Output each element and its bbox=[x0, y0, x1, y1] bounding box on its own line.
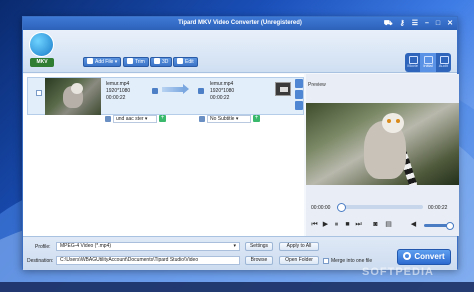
add-subtitle-button[interactable]: + bbox=[253, 115, 260, 122]
taskbar bbox=[0, 282, 474, 292]
app-window: Tipard MKV Video Converter (Unregistered… bbox=[22, 16, 459, 270]
app-logo-icon bbox=[29, 32, 54, 57]
source-resolution: 1920*1080 bbox=[106, 88, 131, 94]
subtitle-value: No Subtitle bbox=[210, 116, 235, 122]
settings-button[interactable]: Settings bbox=[245, 242, 273, 251]
source-duration: 00:00:22 bbox=[106, 95, 126, 101]
merge-label: Merge into one file bbox=[331, 258, 373, 264]
remove-button[interactable] bbox=[295, 90, 303, 99]
close-icon[interactable]: ✕ bbox=[447, 19, 453, 28]
profile-label: Profile: bbox=[35, 244, 51, 250]
logo-label: MKV bbox=[30, 58, 54, 67]
video-lemur-face bbox=[382, 113, 404, 133]
video-preview[interactable] bbox=[306, 103, 459, 185]
mode-movie[interactable]: Movie bbox=[405, 53, 420, 72]
video-thumbnail[interactable] bbox=[45, 78, 101, 115]
key-icon[interactable]: ⚷ bbox=[400, 19, 405, 28]
source-info: lemur.mp4 1920*1080 00:00:22 bbox=[106, 81, 130, 102]
profile-value: MPEG-4 Video (*.mp4) bbox=[60, 243, 112, 249]
video-lemur-eye bbox=[387, 119, 391, 123]
edit-icon bbox=[177, 58, 183, 64]
maximize-icon[interactable]: □ bbox=[436, 19, 440, 28]
preview-label: Preview bbox=[308, 82, 326, 88]
toolbar: MKV Add File ▾ Trim 3D Edit Movie Initia… bbox=[23, 30, 457, 73]
chevron-down-icon: ▾ bbox=[233, 243, 236, 249]
edit-label: Edit bbox=[185, 59, 194, 65]
move-up-button[interactable] bbox=[295, 79, 303, 88]
title-bar: Tipard MKV Video Converter (Unregistered… bbox=[23, 17, 457, 30]
file-list: lemur.mp4 1920*1080 00:00:22 lemur.mp4 1… bbox=[23, 74, 304, 236]
3d-icon bbox=[154, 58, 160, 64]
minimize-icon[interactable]: – bbox=[425, 19, 429, 28]
convert-icon bbox=[403, 252, 412, 260]
watermark: SOFTPEDIA bbox=[362, 266, 434, 278]
edit-button[interactable]: Edit bbox=[173, 57, 198, 67]
current-time: 00:00:00 bbox=[311, 205, 331, 211]
audio-icon bbox=[105, 116, 111, 122]
apply-to-all-button[interactable]: Apply to All bbox=[279, 242, 319, 251]
audio-track-select[interactable]: und aac ster ▾ bbox=[113, 115, 157, 123]
view-mode-group: Movie Initial Audit bbox=[405, 53, 451, 72]
pause-icon[interactable]: ⏸ bbox=[333, 221, 340, 228]
thumbnail-lemur-face bbox=[71, 83, 83, 94]
menu-icon[interactable]: ☰ bbox=[412, 19, 418, 28]
item-checkbox[interactable] bbox=[36, 90, 42, 96]
merge-checkbox[interactable] bbox=[323, 258, 329, 264]
open-folder-button[interactable]: Open Folder bbox=[279, 256, 319, 265]
bottom-panel: Profile: MPEG-4 Video (*.mp4) ▾ Settings … bbox=[23, 236, 457, 270]
stop-icon[interactable]: ■ bbox=[344, 221, 351, 228]
source-filename: lemur.mp4 bbox=[106, 81, 130, 87]
3d-button[interactable]: 3D bbox=[150, 57, 173, 67]
subtitle-select[interactable]: No Subtitle ▾ bbox=[207, 115, 251, 123]
trim-label: Trim bbox=[135, 59, 145, 65]
convert-button[interactable]: Convert bbox=[397, 249, 451, 265]
move-down-button[interactable] bbox=[295, 101, 303, 110]
convert-arrow-icon bbox=[162, 84, 192, 95]
add-audio-button[interactable]: + bbox=[159, 115, 166, 122]
scissors-icon bbox=[127, 58, 133, 64]
mode-initial[interactable]: Initial bbox=[420, 53, 436, 72]
cart-icon[interactable]: ⛟ bbox=[384, 19, 393, 28]
destination-label: Destination: bbox=[27, 258, 54, 264]
clip-editor-icon[interactable] bbox=[275, 82, 291, 96]
clip-editor-inner bbox=[280, 87, 288, 92]
volume-icon[interactable]: ◀ bbox=[410, 221, 417, 228]
target-filename: lemur.mp4 bbox=[210, 81, 234, 87]
folder-icon[interactable]: ▤ bbox=[385, 221, 392, 228]
target-resolution: 1920*1080 bbox=[210, 88, 235, 94]
total-time: 00:00:22 bbox=[428, 205, 448, 211]
skip-forward-icon[interactable]: ⏭ bbox=[355, 221, 362, 228]
target-duration: 00:00:22 bbox=[210, 95, 230, 101]
list-item[interactable]: lemur.mp4 1920*1080 00:00:22 lemur.mp4 1… bbox=[27, 77, 304, 115]
subtitle-icon bbox=[199, 116, 205, 122]
output-file-icon bbox=[198, 88, 204, 94]
skip-back-icon[interactable]: ⏮ bbox=[311, 221, 318, 228]
3d-label: 3D bbox=[162, 59, 169, 65]
video-lemur-eye bbox=[396, 119, 400, 123]
browse-button[interactable]: Browse bbox=[245, 256, 273, 265]
volume-slider[interactable] bbox=[424, 222, 454, 230]
play-icon[interactable]: ▶ bbox=[322, 221, 329, 228]
profile-select[interactable]: MPEG-4 Video (*.mp4) ▾ bbox=[56, 242, 240, 251]
trim-button[interactable]: Trim bbox=[123, 57, 149, 67]
target-info: lemur.mp4 1920*1080 00:00:22 bbox=[210, 81, 234, 102]
add-file-icon bbox=[87, 58, 93, 64]
convert-label: Convert bbox=[414, 252, 445, 261]
destination-input[interactable]: C:\Users\WBAGUtilityAccount\Documents\Ti… bbox=[56, 256, 240, 265]
preview-panel: Preview 00:00:00 00:00:22 ⏮ ▶ ⏸ ■ ⏭ ◙ ▤ … bbox=[306, 74, 459, 236]
seek-slider[interactable] bbox=[337, 203, 423, 212]
add-file-label: Add File bbox=[95, 59, 114, 65]
info-icon[interactable] bbox=[152, 88, 158, 94]
mode-audit[interactable]: Audit bbox=[436, 53, 451, 72]
add-file-button[interactable]: Add File ▾ bbox=[83, 57, 122, 67]
audio-track-value: und aac ster bbox=[116, 116, 144, 122]
arrow-shape bbox=[162, 84, 189, 94]
snapshot-icon[interactable]: ◙ bbox=[372, 221, 379, 228]
